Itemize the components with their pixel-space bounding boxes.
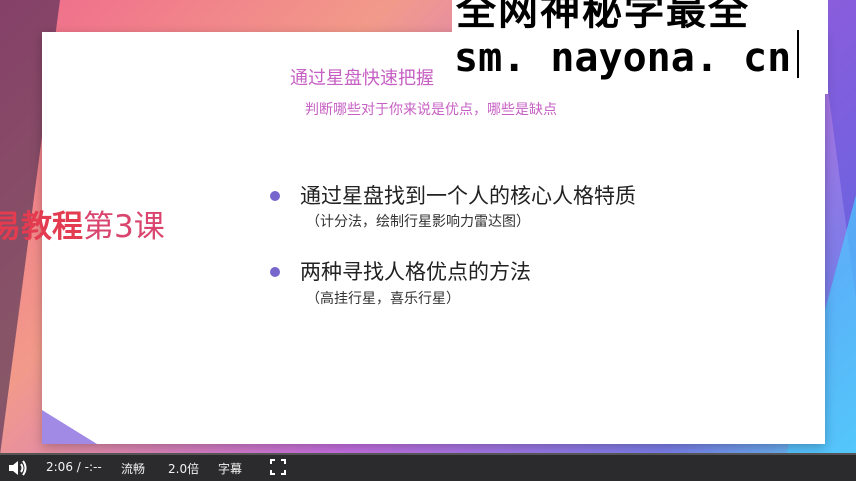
course-name: 易教程 [0, 209, 83, 245]
watermark-box: 全网神秘学最全 sm. nayona. cn [452, 0, 828, 94]
slide-subtitle: 判断哪些对于你来说是优点，哪些是缺点 [305, 102, 557, 118]
bullet-dot [270, 191, 280, 201]
bullet-note: （高挂行星，喜乐行星） [306, 291, 460, 307]
speed-button[interactable]: 2.0倍 [168, 460, 199, 477]
text-cursor [797, 30, 799, 78]
subtitles-button[interactable]: 字幕 [218, 460, 242, 477]
bullet-dot [270, 267, 280, 277]
quality-button[interactable]: 流畅 [121, 460, 145, 477]
slide-corner-decoration [42, 410, 97, 444]
time-display: 2:06 / -:-- [46, 460, 102, 474]
bullet-text: 通过星盘找到一个人的核心人格特质 [300, 184, 636, 208]
volume-icon[interactable] [7, 458, 29, 478]
watermark-url: sm. nayona. cn [454, 35, 792, 81]
course-title-overlay: 易教程第3课 [0, 201, 165, 246]
fullscreen-icon[interactable] [270, 459, 286, 475]
lesson-number: 第3课 [83, 209, 165, 245]
slide-title: 通过星盘快速把握 [290, 68, 434, 89]
bullet-note: （计分法，绘制行星影响力雷达图） [306, 214, 530, 230]
bullet-text: 两种寻找人格优点的方法 [300, 260, 531, 284]
player-control-bar: 2:06 / -:-- 流畅 2.0倍 字幕 [0, 455, 856, 481]
watermark-text: 全网神秘学最全 [456, 0, 750, 34]
